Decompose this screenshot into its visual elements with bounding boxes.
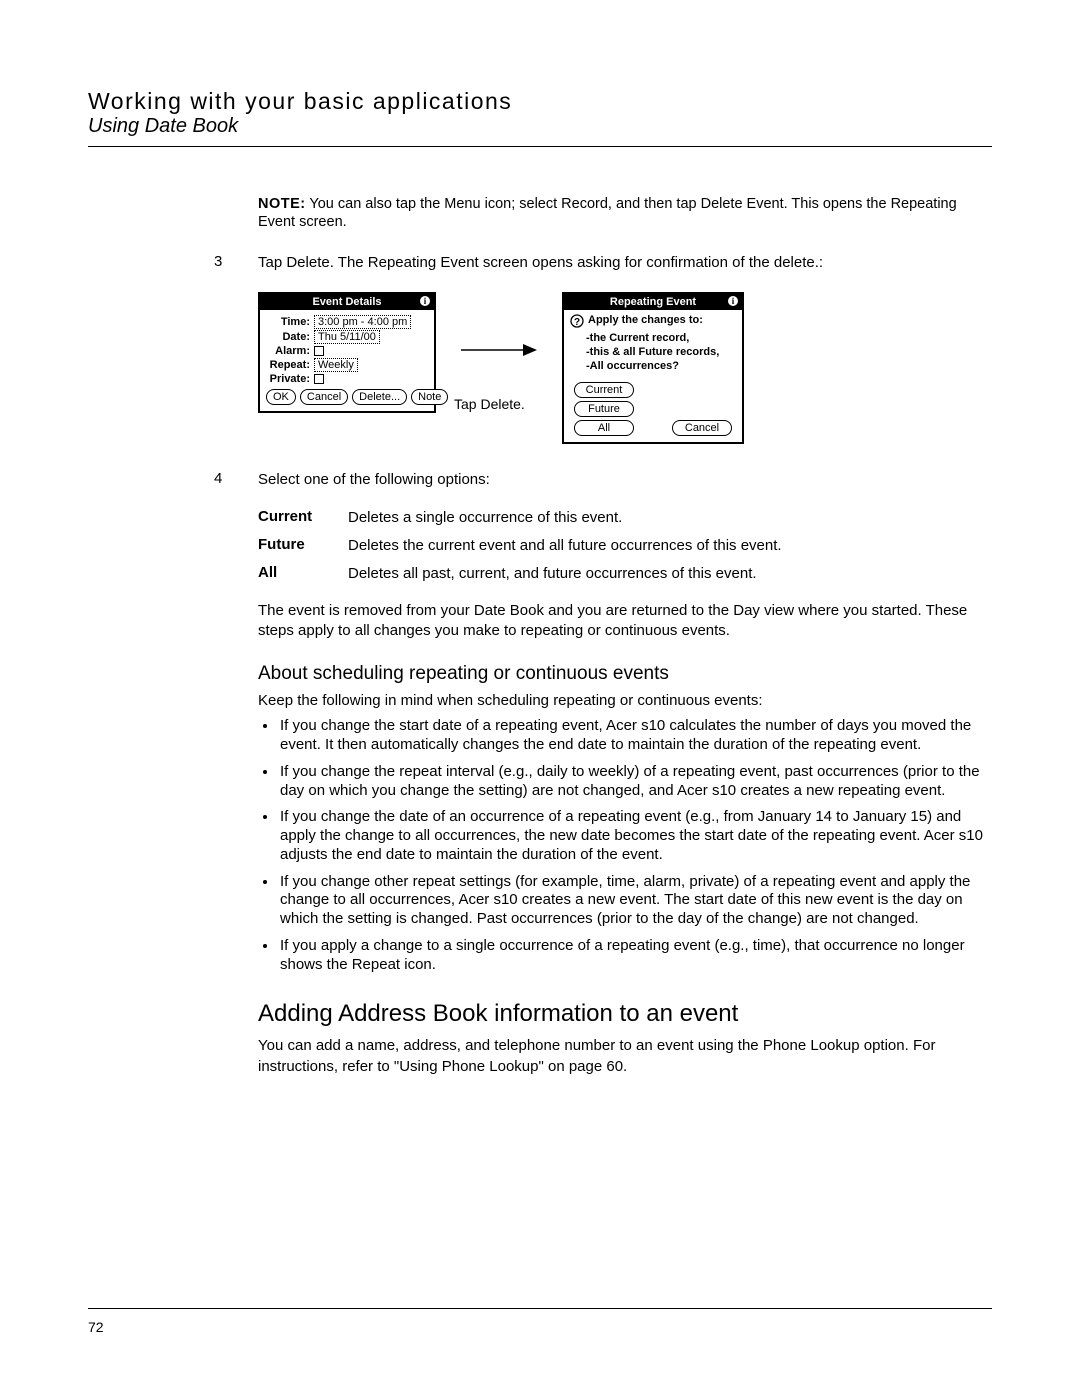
list-item: If you apply a change to a single occurr… — [278, 937, 992, 975]
note-button[interactable]: Note — [411, 389, 448, 405]
option-def: Deletes the current event and all future… — [348, 536, 992, 556]
list-item: If you change the repeat interval (e.g.,… — [278, 763, 992, 801]
option-term: Future — [258, 536, 348, 556]
page-footer: 72 — [88, 1308, 992, 1335]
opt-current-text: -the Current record, — [570, 332, 736, 346]
page-number: 72 — [88, 1319, 992, 1335]
current-button[interactable]: Current — [574, 382, 634, 398]
alarm-checkbox[interactable] — [314, 346, 324, 356]
repeating-event-title-text: Repeating Event — [610, 296, 696, 308]
event-details-panel: Event Details i Time: 3:00 pm - 4:00 pm … — [258, 292, 436, 413]
tap-delete-label: Tap Delete. — [454, 396, 525, 412]
step-number: 3 — [214, 253, 258, 273]
question-icon: ? — [570, 314, 584, 333]
add-address-paragraph: You can add a name, address, and telepho… — [258, 1036, 992, 1077]
option-def: Deletes a single occurrence of this even… — [348, 508, 992, 528]
figure-row: Event Details i Time: 3:00 pm - 4:00 pm … — [258, 292, 992, 444]
step-4: 4 Select one of the following options: — [258, 470, 992, 490]
content-area: NOTE: You can also tap the Menu icon; se… — [88, 195, 992, 1077]
ok-button[interactable]: OK — [266, 389, 296, 405]
footer-rule — [88, 1308, 992, 1309]
keep-paragraph: Keep the following in mind when scheduli… — [258, 691, 992, 711]
opt-all-text: -All occurrences? — [570, 360, 736, 374]
option-row: All Deletes all past, current, and futur… — [258, 564, 992, 584]
list-item: If you change other repeat settings (for… — [278, 873, 992, 929]
option-row: Future Deletes the current event and all… — [258, 536, 992, 556]
info-icon[interactable]: i — [727, 295, 739, 307]
date-label: Date: — [266, 331, 314, 343]
subheading: About scheduling repeating or continuous… — [258, 663, 992, 685]
step-3: 3 Tap Delete. The Repeating Event screen… — [258, 253, 992, 273]
time-label: Time: — [266, 316, 314, 328]
delete-button[interactable]: Delete... — [352, 389, 407, 405]
option-term: All — [258, 564, 348, 584]
date-value[interactable]: Thu 5/11/00 — [314, 330, 380, 344]
repeat-label: Repeat: — [266, 359, 314, 371]
removed-paragraph: The event is removed from your Date Book… — [258, 601, 992, 642]
step-text: Select one of the following options: — [258, 470, 992, 490]
arrow-block: Tap Delete. — [454, 342, 544, 412]
cancel-button-2[interactable]: Cancel — [672, 420, 732, 436]
private-label: Private: — [266, 373, 314, 385]
chapter-title: Working with your basic applications — [88, 88, 992, 115]
arrow-icon — [459, 342, 539, 358]
note-label: NOTE: — [258, 196, 306, 212]
future-button[interactable]: Future — [574, 401, 634, 417]
option-term: Current — [258, 508, 348, 528]
options-table: Current Deletes a single occurrence of t… — [258, 508, 992, 585]
list-item: If you change the date of an occurrence … — [278, 808, 992, 864]
option-row: Current Deletes a single occurrence of t… — [258, 508, 992, 528]
cancel-button[interactable]: Cancel — [300, 389, 348, 405]
all-button[interactable]: All — [574, 420, 634, 436]
opt-future-text: -this & all Future records, — [570, 346, 736, 360]
alarm-label: Alarm: — [266, 345, 314, 357]
step-text: Tap Delete. The Repeating Event screen o… — [258, 253, 992, 273]
list-item: If you change the start date of a repeat… — [278, 717, 992, 755]
question-text: Apply the changes to: — [588, 314, 703, 333]
header-rule — [88, 146, 992, 147]
note-block: NOTE: You can also tap the Menu icon; se… — [258, 195, 992, 231]
step-number: 4 — [214, 470, 258, 490]
note-text: You can also tap the Menu icon; select R… — [258, 196, 957, 230]
page-header: Working with your basic applications Usi… — [88, 88, 992, 147]
option-def: Deletes all past, current, and future oc… — [348, 564, 992, 584]
event-details-title: Event Details i — [260, 294, 434, 310]
info-icon[interactable]: i — [419, 295, 431, 307]
repeat-value[interactable]: Weekly — [314, 358, 358, 372]
section-title: Using Date Book — [88, 115, 992, 138]
bullet-list: If you change the start date of a repeat… — [278, 717, 992, 974]
private-checkbox[interactable] — [314, 374, 324, 384]
time-value[interactable]: 3:00 pm - 4:00 pm — [314, 315, 411, 329]
event-details-title-text: Event Details — [312, 296, 381, 308]
heading-adding-address: Adding Address Book information to an ev… — [258, 1000, 992, 1028]
svg-text:?: ? — [574, 317, 580, 328]
repeating-event-panel: Repeating Event i ? Apply the changes to… — [562, 292, 744, 444]
repeating-event-title: Repeating Event i — [564, 294, 742, 310]
